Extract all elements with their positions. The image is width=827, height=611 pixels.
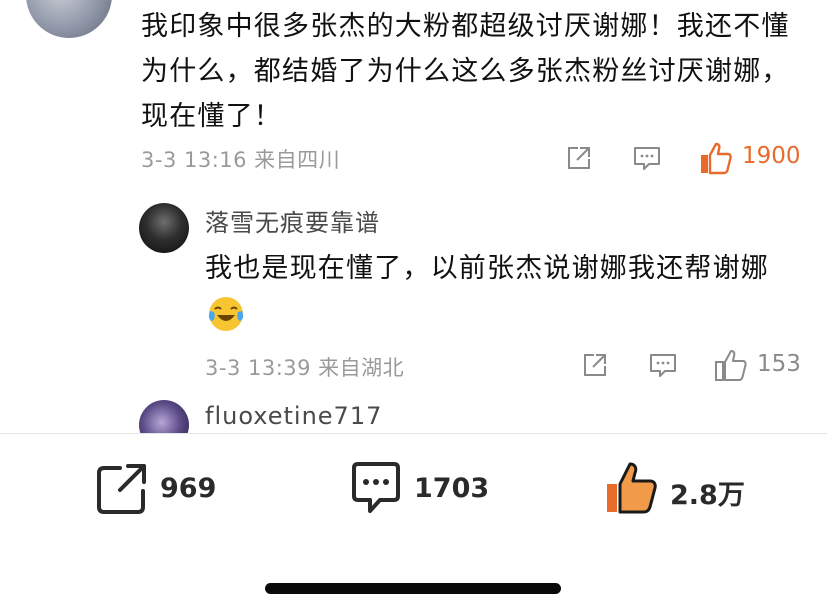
comment-icon[interactable] bbox=[633, 145, 661, 173]
like-icon[interactable] bbox=[604, 460, 658, 516]
comment-author-avatar[interactable] bbox=[26, 0, 112, 38]
share-icon[interactable] bbox=[582, 352, 608, 378]
repost-count: 969 bbox=[160, 473, 217, 504]
comment-count: 1703 bbox=[414, 473, 490, 504]
reply-meta: 3-3 13:39 来自湖北 bbox=[205, 356, 405, 380]
thumbs-up-icon[interactable] bbox=[699, 141, 733, 175]
like-count: 2.8万 bbox=[670, 480, 745, 511]
comment-icon[interactable] bbox=[649, 352, 677, 380]
comment-like-count: 1900 bbox=[742, 143, 801, 169]
thumbs-up-outline-icon[interactable] bbox=[714, 348, 748, 382]
reply-like-count: 153 bbox=[757, 351, 801, 377]
reply-text: 我也是现在懂了，以前张杰说谢娜我还帮谢娜 bbox=[205, 253, 769, 284]
reply-username[interactable]: fluoxetine717 bbox=[205, 402, 382, 430]
comment-meta: 3-3 13:16 来自四川 bbox=[141, 148, 341, 172]
laughing-crying-emoji-icon bbox=[208, 297, 244, 331]
reply-username[interactable]: 落雪无痕要靠谱 bbox=[205, 203, 380, 238]
home-indicator[interactable] bbox=[265, 583, 561, 594]
share-icon[interactable] bbox=[566, 145, 592, 171]
reply-author-avatar[interactable] bbox=[139, 203, 189, 253]
comment-text: 我印象中很多张杰的大粉都超级讨厌谢娜！我还不懂为什么，都结婚了为什么这么多张杰粉… bbox=[141, 11, 790, 132]
repost-icon[interactable] bbox=[96, 460, 148, 516]
comment-icon[interactable] bbox=[350, 460, 402, 516]
